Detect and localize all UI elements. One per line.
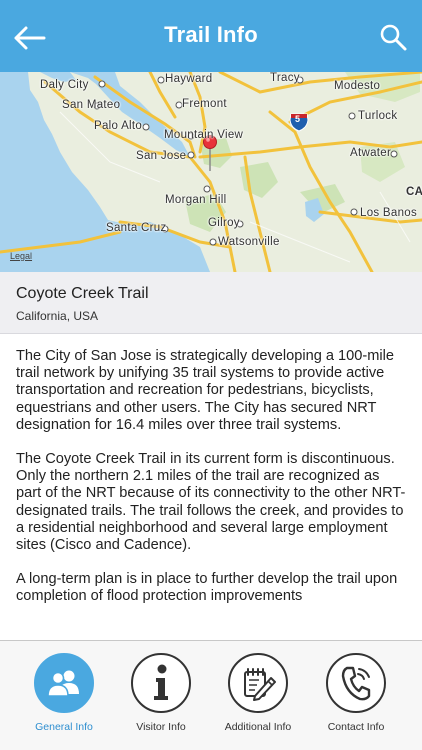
interstate-5-label: 5 — [295, 114, 301, 124]
tab-general-info[interactable]: General Info — [24, 653, 104, 733]
tab-label: Visitor Info — [136, 721, 186, 733]
map-label-palo-alto: Palo Alto — [94, 120, 143, 132]
map-label-gilroy: Gilroy — [208, 217, 240, 229]
description-paragraph: The City of San Jose is strategically de… — [16, 348, 395, 433]
map-label-morgan-hill: Morgan Hill — [165, 194, 227, 206]
tab-additional-info[interactable]: Additional Info — [218, 653, 298, 733]
search-button[interactable] — [376, 20, 412, 56]
map-label-turlock: Turlock — [358, 110, 398, 122]
map-label-los-banos: Los Banos — [360, 207, 418, 219]
map-label-ca: CA — [406, 186, 422, 198]
phone-icon — [341, 666, 371, 701]
map-label-modesto: Modesto — [334, 80, 381, 92]
trail-location: California, USA — [16, 309, 99, 323]
map-label-daly-city: Daly City — [40, 79, 89, 91]
page-title: Trail Info — [164, 22, 258, 47]
trail-description[interactable]: The City of San Jose is strategically de… — [0, 334, 422, 640]
tab-contact-info[interactable]: Contact Info — [316, 653, 396, 733]
tab-label: Additional Info — [224, 721, 292, 733]
trail-name: Coyote Creek Trail — [16, 285, 149, 302]
notepad-pencil-icon — [244, 668, 276, 701]
description-paragraph: A long-term plan is in place to further … — [16, 571, 398, 605]
map-label-watsonville: Watsonville — [218, 236, 280, 248]
map-label-fremont: Fremont — [182, 98, 227, 110]
people-icon — [47, 670, 79, 697]
map-label-san-mateo: San Mateo — [62, 99, 121, 111]
trail-map[interactable]: Daly City Hayward Tracy Modesto San Mate… — [0, 72, 422, 272]
info-icon — [154, 664, 168, 700]
tab-visitor-info[interactable]: Visitor Info — [121, 653, 201, 733]
tab-label: Contact Info — [327, 721, 385, 733]
description-paragraph: The Coyote Creek Trail in its current fo… — [16, 451, 406, 554]
search-icon — [380, 24, 407, 51]
map-legal-link[interactable]: Legal — [10, 251, 32, 261]
map-label-mountain-view: Mountain View — [164, 129, 244, 141]
bottom-tab-bar: General Info Visitor Info Additional Inf… — [0, 640, 422, 750]
map-label-atwater: Atwater — [350, 147, 392, 159]
map-label-hayward: Hayward — [165, 73, 213, 85]
top-nav-bar: Trail Info — [0, 0, 422, 72]
map-label-san-jose: San Jose — [136, 150, 187, 162]
trail-title-section: Coyote Creek Trail California, USA — [0, 272, 422, 334]
tab-label: General Info — [35, 721, 93, 733]
map-label-tracy: Tracy — [270, 72, 300, 84]
map-label-santa-cruz: Santa Cruz — [106, 222, 167, 234]
